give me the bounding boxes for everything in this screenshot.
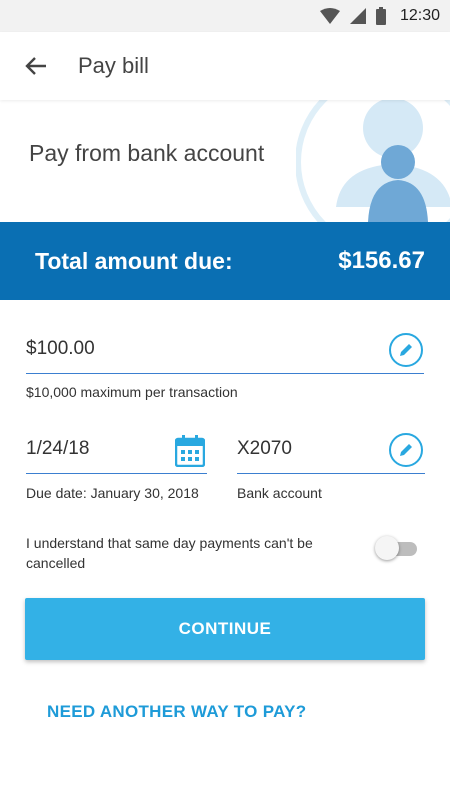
continue-button[interactable]: CONTINUE	[25, 598, 425, 660]
date-helper-text: Due date: January 30, 2018	[26, 485, 199, 501]
payment-date-value: 1/24/18	[26, 438, 90, 459]
avatar-illustration	[295, 100, 450, 222]
edit-account-button[interactable]	[389, 433, 423, 467]
total-due-amount: $156.67	[338, 247, 425, 274]
account-underline	[237, 473, 425, 474]
arrow-back-icon	[25, 57, 46, 75]
cell-signal-icon	[349, 8, 366, 24]
battery-icon	[375, 7, 386, 25]
payment-amount-field[interactable]: $100.00	[26, 338, 424, 374]
consent-toggle[interactable]	[375, 536, 421, 560]
calendar-icon	[174, 435, 206, 468]
bank-account-value: X2070	[237, 438, 292, 459]
pencil-icon	[400, 444, 412, 456]
status-time: 12:30	[399, 7, 440, 24]
status-bar: 12:30	[0, 0, 450, 32]
total-due-label: Total amount due:	[35, 247, 233, 274]
header-title: Pay from bank account	[29, 140, 265, 166]
wifi-icon	[319, 8, 340, 24]
amount-underline	[26, 373, 424, 374]
edit-amount-button[interactable]	[389, 333, 423, 367]
calendar-button[interactable]	[174, 435, 206, 468]
account-helper-text: Bank account	[237, 485, 322, 501]
total-due-bar: Total amount due: $156.67	[0, 222, 450, 300]
amount-helper-text: $10,000 maximum per transaction	[26, 384, 238, 400]
date-underline	[26, 473, 207, 474]
app-bar: Pay bill	[0, 32, 450, 100]
payment-amount-value: $100.00	[26, 338, 95, 359]
pencil-icon	[400, 344, 412, 356]
back-button[interactable]	[16, 46, 56, 86]
toggle-thumb	[375, 536, 399, 560]
page-title: Pay bill	[78, 53, 149, 78]
other-payment-method-link[interactable]: NEED ANOTHER WAY TO PAY?	[47, 702, 306, 722]
header-area: Pay from bank account	[0, 100, 450, 222]
same-day-consent-text: I understand that same day payments can'…	[26, 535, 313, 571]
